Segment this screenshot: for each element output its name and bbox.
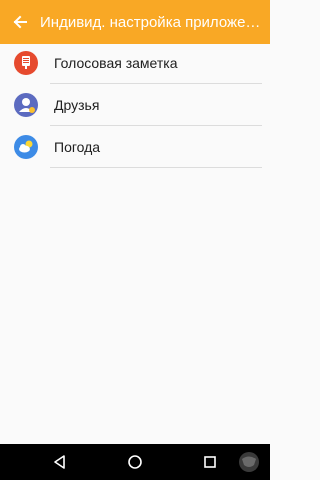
nav-back-button[interactable]	[50, 452, 70, 472]
arrow-left-icon	[13, 15, 27, 29]
back-triangle-icon	[54, 455, 65, 469]
list-item-label: Друзья	[54, 97, 100, 113]
list-item-label: Голосовая заметка	[54, 55, 178, 71]
list-item-friends[interactable]: Друзья	[0, 84, 270, 126]
nav-home-button[interactable]	[125, 452, 145, 472]
back-button[interactable]	[10, 12, 30, 32]
list-item-voice-memo[interactable]: Голосовая заметка	[0, 42, 270, 84]
navigation-bar	[0, 444, 270, 480]
page-title: Индивид. настройка приложений	[40, 13, 266, 31]
contacts-icon	[14, 93, 38, 117]
divider	[50, 167, 262, 168]
watermark-logo-icon	[239, 452, 259, 472]
list-item-weather[interactable]: Погода	[0, 126, 270, 168]
recents-square-icon	[204, 456, 216, 468]
home-circle-icon	[128, 455, 142, 469]
app-list: Голосовая заметка Друзья Погода	[0, 42, 270, 168]
voice-memo-icon	[14, 51, 38, 75]
list-item-label: Погода	[54, 139, 101, 155]
weather-icon	[14, 135, 38, 159]
app-bar: Индивид. настройка приложений	[0, 0, 270, 44]
nav-recents-button[interactable]	[200, 452, 220, 472]
